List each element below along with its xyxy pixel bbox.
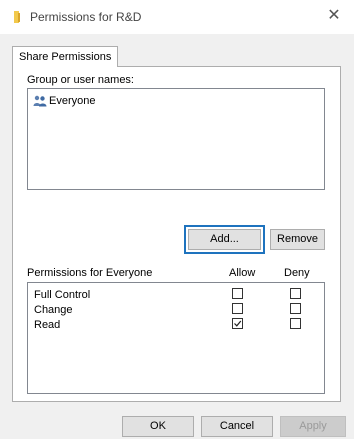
permissions-header-label: Permissions for Everyone — [27, 267, 153, 279]
permission-label: Full Control — [34, 289, 91, 301]
permission-row-change: Change — [28, 303, 324, 318]
deny-checkbox-read[interactable] — [290, 318, 301, 329]
users-icon — [33, 95, 47, 107]
deny-column-label: Deny — [284, 267, 310, 279]
checkmark-icon — [234, 320, 242, 327]
window-title: Permissions for R&D — [30, 10, 142, 24]
ok-button[interactable]: OK — [122, 416, 194, 437]
allow-checkbox-full-control[interactable] — [232, 288, 243, 299]
apply-button[interactable]: Apply — [280, 416, 346, 437]
close-button[interactable]: ✕ — [320, 4, 348, 28]
permissions-dialog: Permissions for R&D ✕ Share Permissions … — [0, 0, 354, 439]
deny-checkbox-change[interactable] — [290, 303, 301, 314]
folder-icon — [13, 10, 25, 24]
title-bar: Permissions for R&D ✕ — [0, 0, 354, 34]
deny-checkbox-full-control[interactable] — [290, 288, 301, 299]
permission-row-full-control: Full Control — [28, 288, 324, 303]
group-or-user-names-label: Group or user names: — [27, 74, 134, 86]
tab-share-permissions[interactable]: Share Permissions — [12, 46, 119, 67]
allow-checkbox-change[interactable] — [232, 303, 243, 314]
permission-label: Change — [34, 304, 73, 316]
allow-checkbox-read[interactable] — [232, 318, 243, 329]
close-icon: ✕ — [327, 7, 341, 24]
permission-row-read: Read — [28, 318, 324, 333]
tab-panel: Group or user names: Everyone Add... Rem… — [12, 66, 341, 402]
permissions-list: Full Control Change Read — [27, 282, 325, 394]
allow-column-label: Allow — [229, 267, 256, 279]
user-name: Everyone — [49, 95, 96, 107]
dialog-body: Share Permissions Group or user names: E… — [0, 34, 354, 439]
list-item[interactable]: Everyone — [33, 94, 95, 108]
cancel-button[interactable]: Cancel — [201, 416, 273, 437]
users-list[interactable]: Everyone — [27, 88, 325, 190]
remove-button[interactable]: Remove — [270, 229, 325, 250]
permission-label: Read — [34, 319, 61, 331]
add-button[interactable]: Add... — [188, 229, 261, 250]
